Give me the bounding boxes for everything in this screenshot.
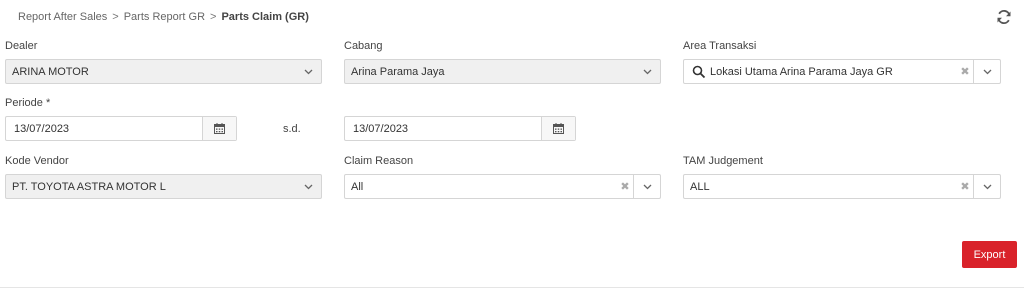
cabang-label: Cabang <box>344 40 383 52</box>
area-transaksi-select[interactable]: Lokasi Utama Arina Parama Jaya GR ✖ <box>683 59 1001 84</box>
area-transaksi-label: Area Transaksi <box>683 40 757 52</box>
tam-judgement-label: TAM Judgement <box>683 155 763 167</box>
periode-label: Periode * <box>5 97 51 109</box>
chevron-down-icon[interactable] <box>973 60 1000 83</box>
breadcrumb-separator: > <box>210 11 217 23</box>
chevron-down-icon <box>295 60 321 83</box>
breadcrumb-current: Parts Claim (GR) <box>221 11 309 23</box>
periode-separator: s.d. <box>283 123 301 135</box>
claim-reason-label: Claim Reason <box>344 155 414 167</box>
calendar-icon[interactable] <box>202 117 236 140</box>
chevron-down-icon <box>634 60 660 83</box>
breadcrumb-separator: > <box>112 11 119 23</box>
divider <box>0 287 1024 288</box>
cabang-select[interactable]: Arina Parama Jaya <box>344 59 661 84</box>
periode-to-input[interactable]: 13/07/2023 <box>344 116 576 141</box>
clear-icon[interactable]: ✖ <box>957 180 973 193</box>
kode-vendor-value: PT. TOYOTA ASTRA MOTOR L <box>12 180 166 193</box>
breadcrumb-item-parts-report-gr[interactable]: Parts Report GR <box>124 11 205 23</box>
kode-vendor-select[interactable]: PT. TOYOTA ASTRA MOTOR L <box>5 174 322 199</box>
export-button[interactable]: Export <box>962 241 1017 268</box>
chevron-down-icon[interactable] <box>973 175 1000 198</box>
breadcrumb: Report After Sales > Parts Report GR > P… <box>18 11 309 23</box>
refresh-icon[interactable] <box>996 9 1012 25</box>
periode-to-value: 13/07/2023 <box>353 122 409 135</box>
calendar-icon[interactable] <box>541 117 575 140</box>
chevron-down-icon <box>295 175 321 198</box>
claim-reason-select[interactable]: All ✖ <box>344 174 661 199</box>
dealer-select[interactable]: ARINA MOTOR <box>5 59 322 84</box>
claim-reason-value: All <box>351 180 364 193</box>
tam-judgement-value: ALL <box>690 180 710 193</box>
chevron-down-icon[interactable] <box>633 175 660 198</box>
search-icon <box>692 65 706 78</box>
periode-from-value: 13/07/2023 <box>14 122 70 135</box>
clear-icon[interactable]: ✖ <box>957 65 973 78</box>
kode-vendor-label: Kode Vendor <box>5 155 69 167</box>
periode-from-input[interactable]: 13/07/2023 <box>5 116 237 141</box>
cabang-value: Arina Parama Jaya <box>351 65 445 78</box>
clear-icon[interactable]: ✖ <box>617 180 633 193</box>
breadcrumb-item-report-after-sales[interactable]: Report After Sales <box>18 11 107 23</box>
area-transaksi-value: Lokasi Utama Arina Parama Jaya GR <box>710 65 893 78</box>
dealer-label: Dealer <box>5 40 38 52</box>
dealer-value: ARINA MOTOR <box>12 65 89 78</box>
tam-judgement-select[interactable]: ALL ✖ <box>683 174 1001 199</box>
